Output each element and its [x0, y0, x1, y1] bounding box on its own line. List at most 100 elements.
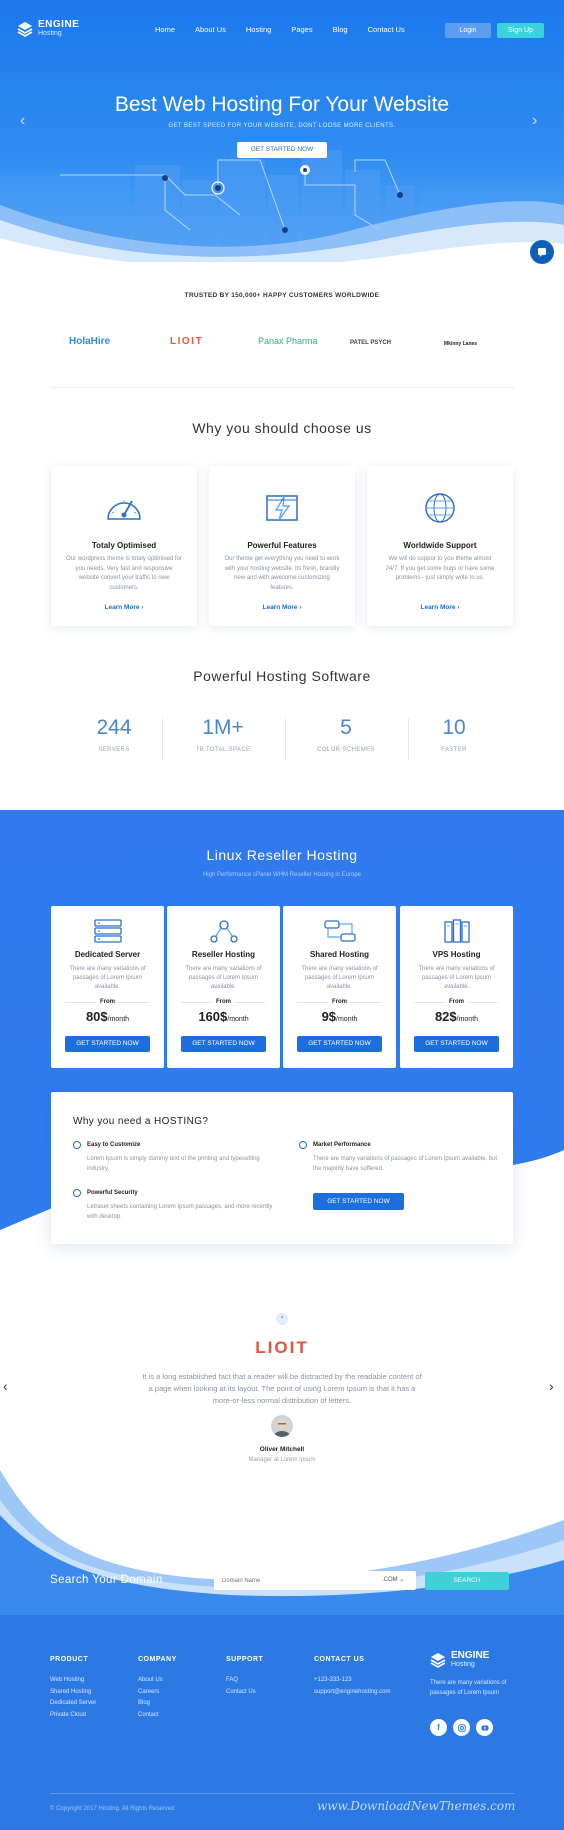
benefit-text: Letraset sheets containing Lorem Ipsum p…: [87, 1204, 273, 1220]
plan-cta-button[interactable]: GET STARTED NOW: [414, 1036, 499, 1052]
footer-phone[interactable]: +123-333-123: [314, 1677, 390, 1683]
vps-icon: [444, 919, 470, 943]
footer-link[interactable]: Contact: [138, 1712, 177, 1718]
brand-tagline: Hosting: [38, 30, 62, 37]
learn-more-link[interactable]: Learn More ›: [367, 604, 513, 611]
footer-heading: CONTACT US: [314, 1656, 365, 1663]
brand-logo[interactable]: ENGINE Hosting: [17, 20, 79, 38]
chat-icon[interactable]: [530, 240, 554, 264]
domain-input[interactable]: [222, 1571, 362, 1590]
plan-price-value: 9$: [321, 1009, 337, 1024]
nav-contact[interactable]: Contact Us: [368, 25, 405, 34]
brand-logos: HolaHire LIOIT Panax Pharma PATEL PSYCH …: [0, 336, 564, 354]
footer-link[interactable]: Blog: [138, 1700, 177, 1706]
footer-link[interactable]: Contact Us: [226, 1689, 263, 1695]
feature-text: We will do suppor to you theme almost 24…: [385, 556, 495, 581]
nav-hosting[interactable]: Hosting: [246, 25, 271, 34]
plan-from-label: From: [96, 999, 119, 1005]
footer-brand-name: ENGINE: [451, 1650, 490, 1661]
youtube-icon[interactable]: [476, 1719, 493, 1736]
footer-link[interactable]: Web Hosting: [50, 1677, 96, 1683]
plan-card: Shared Hosting There are many variations…: [283, 906, 396, 1068]
globe-icon: [425, 493, 455, 523]
nav-about[interactable]: About Us: [195, 25, 226, 34]
footer-link[interactable]: About Us: [138, 1677, 177, 1683]
footer-link[interactable]: Shared Hosting: [50, 1689, 96, 1695]
footer-link[interactable]: Careers: [138, 1689, 177, 1695]
chevron-down-icon: ⌄: [399, 1577, 405, 1583]
plan-from: From: [167, 999, 280, 1005]
stat-label: TB TOTAL SPACE: [195, 747, 251, 753]
plan-from: From: [283, 999, 396, 1005]
why-title: Why you should choose us: [192, 420, 372, 436]
stat-value: 10: [442, 716, 466, 739]
nav-pages[interactable]: Pages: [291, 25, 312, 34]
main-nav: Home About Us Hosting Pages Blog Contact…: [155, 25, 425, 34]
divider: [50, 387, 514, 388]
benefit-title: Easy to Customize: [73, 1141, 273, 1149]
feature-text: Our theme get everything you need to wor…: [224, 556, 340, 591]
feature-text: Our wordpress theme is totaly optimised …: [66, 556, 182, 591]
brand-patel: PATEL PSYCH: [350, 340, 392, 346]
brand-holahire: HolaHire: [69, 336, 111, 347]
plan-price-value: 82$: [434, 1009, 457, 1024]
plan-cta-button[interactable]: GET STARTED NOW: [297, 1036, 382, 1052]
feature-card: Worldwide Support We will do suppor to y…: [367, 466, 513, 626]
plan-from: From: [51, 999, 164, 1005]
footer-link[interactable]: Private Cloud: [50, 1712, 96, 1718]
hero-section: ENGINE Hosting Home About Us Hosting Pag…: [0, 0, 564, 262]
facebook-icon[interactable]: f: [430, 1719, 447, 1736]
why-hosting-cta-button[interactable]: GET STARTED NOW: [313, 1193, 404, 1210]
reseller-subtitle: High Performance cPanel WHM Reseller Hos…: [202, 872, 362, 878]
avatar: [271, 1415, 293, 1437]
nav-blog[interactable]: Blog: [333, 25, 348, 34]
signup-button[interactable]: Sign Up: [497, 23, 544, 38]
learn-more-link[interactable]: Learn More ›: [209, 604, 355, 611]
domain-search-button[interactable]: SEARCH: [425, 1572, 509, 1590]
plan-desc: There are many variations of passages of…: [185, 966, 262, 990]
hero-subtitle: GET BEST SPEED FOR YOUR WEBSITE, DONT LO…: [168, 123, 396, 129]
why-hosting-card: Why you need a HOSTING? Easy to Customiz…: [51, 1092, 513, 1244]
server-icon: [94, 919, 122, 943]
footer-col-support: SUPPORT FAQ Contact Us: [226, 1656, 263, 1700]
watermark: www.DownloadNewThemes.com: [317, 1799, 516, 1813]
plan-desc: There are many variations of passages of…: [69, 966, 146, 990]
benefit-title: Powerful Security: [73, 1189, 273, 1197]
footer-link[interactable]: Dedicated Server: [50, 1700, 96, 1706]
testimonial-prev-icon[interactable]: ‹: [3, 1378, 8, 1394]
nav-home[interactable]: Home: [155, 25, 175, 34]
plan-cta-button[interactable]: GET STARTED NOW: [65, 1036, 150, 1052]
plan-name: Reseller Hosting: [191, 950, 256, 959]
stat-value: 244: [96, 716, 132, 739]
why-hosting-title: Why you need a HOSTING?: [73, 1116, 209, 1127]
footer-link[interactable]: FAQ: [226, 1677, 263, 1683]
plan-cta-button[interactable]: GET STARTED NOW: [181, 1036, 266, 1052]
testimonial-next-icon[interactable]: ›: [549, 1378, 554, 1394]
hero-cta-button[interactable]: GET STARTED NOW: [237, 142, 327, 158]
plan-card: Reseller Hosting There are many variatio…: [167, 906, 280, 1068]
layers-icon: [17, 22, 33, 37]
copyright: © Copyright 2017 Hosting. All Rights Res…: [50, 1806, 175, 1812]
plan-period: /month: [107, 1016, 130, 1023]
brand-lioit: LIOIT: [170, 336, 204, 347]
plan-from-label: From: [328, 999, 351, 1005]
instagram-icon[interactable]: [453, 1719, 470, 1736]
speedometer-icon: [107, 500, 141, 520]
footer-logo[interactable]: ENGINE Hosting: [430, 1651, 489, 1668]
plan-price: 9$/month: [283, 1009, 396, 1024]
login-button[interactable]: Login: [445, 23, 491, 38]
domain-title: Search Your Domain: [50, 1574, 163, 1586]
quote-icon: “: [276, 1313, 288, 1325]
testimonial-logo-text: LIOIT: [255, 1338, 309, 1357]
plan-from-label: From: [445, 999, 468, 1005]
stat-colors: 5 COLOR SCHEMES: [286, 716, 406, 753]
benefit-text: Lorem Ipsum is simply dummy text of the …: [87, 1156, 260, 1172]
benefit-item: Powerful Security Letraset sheets contai…: [73, 1189, 273, 1222]
footer-email[interactable]: support@enginehosting.com: [314, 1689, 390, 1695]
footer-col-company: COMPANY About Us Careers Blog Contact: [138, 1656, 177, 1723]
tld-select[interactable]: .COM ⌄: [382, 1571, 404, 1590]
plan-name: Dedicated Server: [74, 950, 141, 959]
learn-more-link[interactable]: Learn More ›: [51, 604, 197, 611]
plan-price-value: 160$: [198, 1009, 228, 1024]
shared-icon: [324, 920, 356, 942]
